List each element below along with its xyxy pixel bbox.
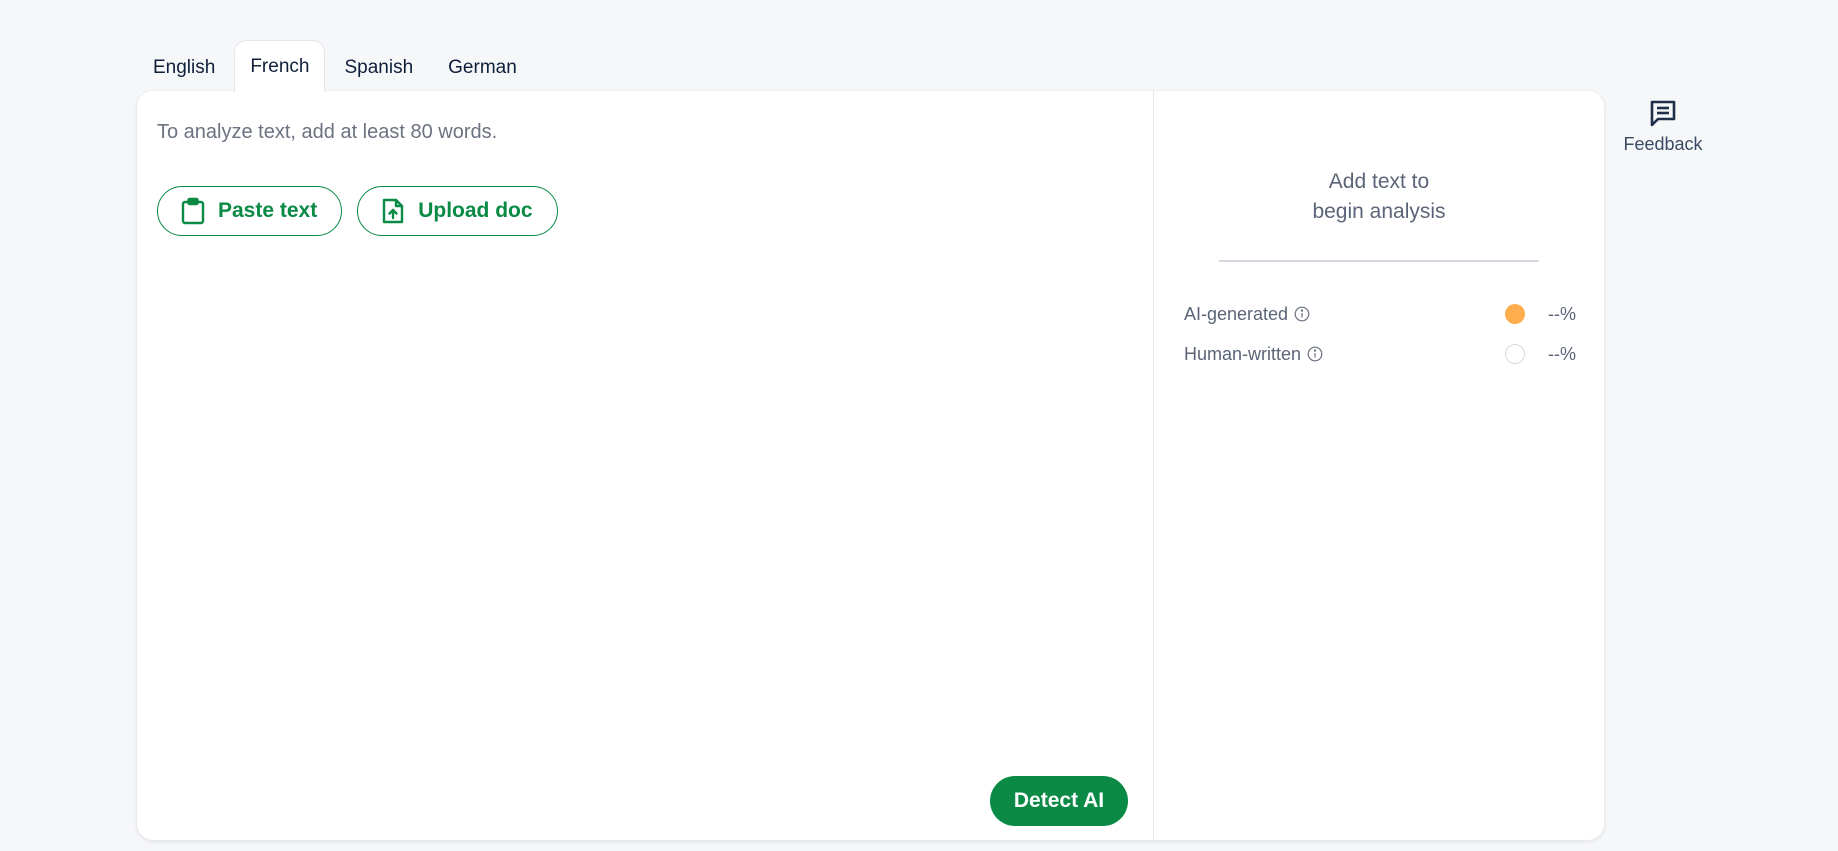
metric-ai-label-group: AI-generated (1184, 304, 1310, 325)
clipboard-icon (180, 197, 206, 225)
metric-human-value-group: --% (1505, 344, 1576, 365)
tab-french[interactable]: French (234, 40, 326, 92)
page: English French Spanish German To analyze… (0, 0, 1838, 851)
tab-german[interactable]: German (432, 42, 533, 92)
results-prompt-line2: begin analysis (1312, 200, 1446, 223)
text-input-area[interactable]: To analyze text, add at least 80 words. … (137, 91, 1153, 840)
feedback-button[interactable]: Feedback (1620, 98, 1706, 155)
results-panel: Add text to begin analysis AI-generated (1154, 91, 1604, 840)
human-indicator-dot (1505, 344, 1525, 364)
paste-text-label: Paste text (218, 199, 318, 222)
feedback-label: Feedback (1623, 134, 1703, 154)
metric-ai-label: AI-generated (1184, 303, 1289, 324)
metric-ai-generated: AI-generated --% (1184, 301, 1576, 327)
ai-indicator-dot (1505, 304, 1525, 324)
metric-human-label: Human-written (1184, 343, 1302, 364)
upload-doc-label: Upload doc (418, 199, 533, 222)
tab-english[interactable]: English (137, 42, 231, 92)
input-actions: Paste text Upload doc (157, 186, 558, 236)
tab-spanish[interactable]: Spanish (328, 42, 429, 92)
metric-human-label-group: Human-written (1184, 344, 1323, 365)
info-icon[interactable] (1294, 306, 1310, 322)
message-icon (1648, 98, 1678, 128)
upload-doc-button[interactable]: Upload doc (357, 186, 558, 236)
detector-card: To analyze text, add at least 80 words. … (137, 91, 1604, 840)
detect-ai-button[interactable]: Detect AI (990, 776, 1128, 826)
info-icon[interactable] (1307, 346, 1323, 362)
results-prompt-line1: Add text to (1328, 170, 1430, 193)
file-upload-icon (380, 197, 406, 225)
metric-ai-value: --% (1548, 303, 1576, 324)
results-prompt: Add text to begin analysis (1154, 167, 1604, 227)
language-tabs: English French Spanish German (137, 40, 536, 92)
results-divider (1219, 260, 1539, 262)
text-input-placeholder: To analyze text, add at least 80 words. (157, 121, 498, 143)
paste-text-button[interactable]: Paste text (157, 186, 343, 236)
metric-human-written: Human-written --% (1184, 341, 1576, 367)
metric-ai-value-group: --% (1505, 304, 1576, 325)
metric-human-value: --% (1548, 343, 1576, 364)
